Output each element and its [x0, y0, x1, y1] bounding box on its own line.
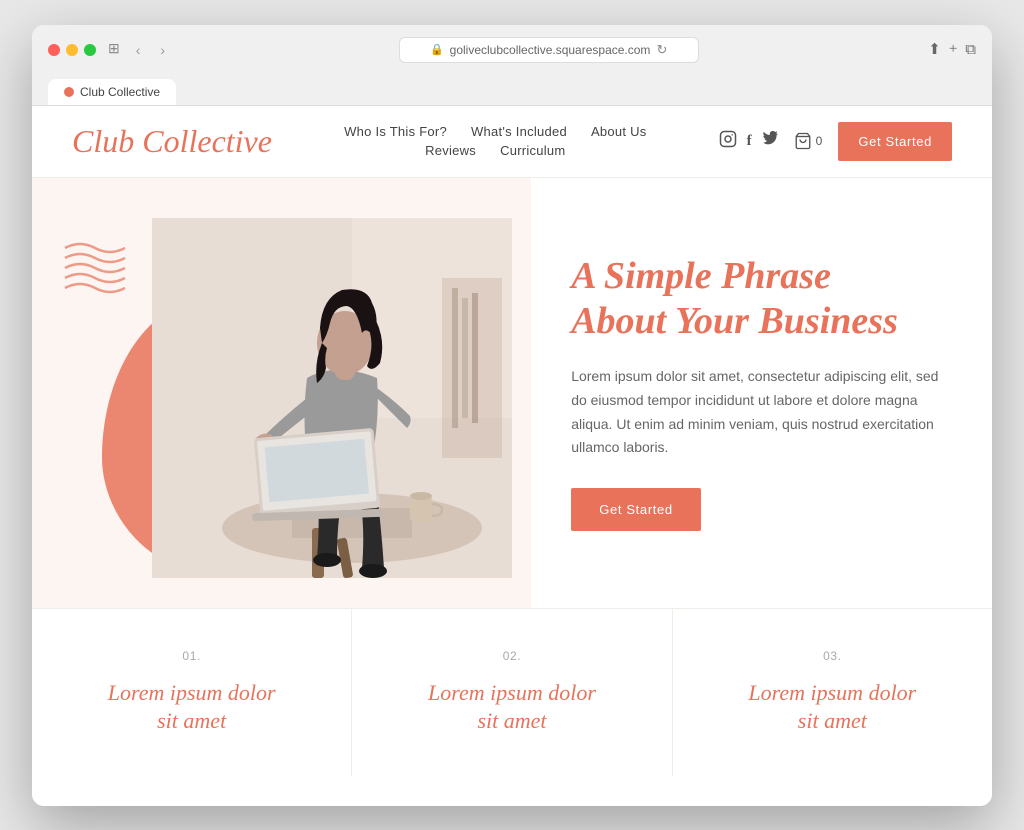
- lock-icon: 🔒: [430, 43, 444, 56]
- windows-icon[interactable]: ⧉: [965, 41, 976, 59]
- sidebar-toggle-icon[interactable]: ⊞: [108, 41, 120, 58]
- hero-image: [152, 218, 512, 578]
- feature-number-3: 03.: [713, 649, 952, 663]
- reload-icon[interactable]: ↻: [656, 42, 667, 58]
- forward-button[interactable]: ›: [156, 40, 169, 60]
- site-logo: Club Collective: [72, 122, 272, 160]
- features-section: 01. Lorem ipsum dolor sit amet 02. Lorem…: [32, 608, 992, 776]
- hero-right: A Simple Phrase About Your Business Lore…: [531, 178, 992, 608]
- feature-item-2: 02. Lorem ipsum dolor sit amet: [352, 609, 672, 776]
- feature-item-1: 01. Lorem ipsum dolor sit amet: [32, 609, 352, 776]
- tab-title: Club Collective: [80, 85, 160, 99]
- site-header: Club Collective Who Is This For? What's …: [32, 106, 992, 178]
- address-bar[interactable]: 🔒 goliveclubcollective.squarespace.com ↻: [399, 37, 699, 63]
- nav-row-2: Reviews Curriculum: [425, 143, 565, 158]
- twitter-icon[interactable]: [762, 131, 778, 152]
- address-bar-area: 🔒 goliveclubcollective.squarespace.com ↻: [181, 37, 916, 63]
- website-content: Club Collective Who Is This For? What's …: [32, 106, 992, 806]
- feature-title-3: Lorem ipsum dolor sit amet: [713, 679, 952, 736]
- cart-icon[interactable]: 0: [794, 132, 823, 150]
- hero-photo: [152, 218, 512, 578]
- browser-actions: ⬆ + ⧉: [928, 40, 976, 59]
- facebook-icon[interactable]: f: [747, 133, 752, 150]
- hero-heading: A Simple Phrase About Your Business: [571, 254, 942, 345]
- header-get-started-button[interactable]: Get Started: [838, 122, 952, 161]
- nav-whats-included[interactable]: What's Included: [471, 124, 567, 139]
- tab-favicon: [64, 87, 74, 97]
- maximize-traffic-light[interactable]: [84, 44, 96, 56]
- nav-row-1: Who Is This For? What's Included About U…: [344, 124, 646, 139]
- nav-about-us[interactable]: About Us: [591, 124, 647, 139]
- social-icons: f: [719, 130, 778, 153]
- nav-who-is-this-for[interactable]: Who Is This For?: [344, 124, 447, 139]
- feature-title-2: Lorem ipsum dolor sit amet: [392, 679, 631, 736]
- site-nav: Who Is This For? What's Included About U…: [344, 124, 646, 158]
- nav-curriculum[interactable]: Curriculum: [500, 143, 565, 158]
- share-icon[interactable]: ⬆: [928, 40, 941, 59]
- feature-item-3: 03. Lorem ipsum dolor sit amet: [673, 609, 992, 776]
- browser-window: ⊞ ‹ › 🔒 goliveclubcollective.squarespace…: [32, 25, 992, 806]
- hero-get-started-button[interactable]: Get Started: [571, 488, 701, 531]
- cart-count: 0: [816, 134, 823, 148]
- active-tab[interactable]: Club Collective: [48, 79, 176, 105]
- hero-left: [32, 178, 531, 608]
- hero-body-text: Lorem ipsum dolor sit amet, consectetur …: [571, 365, 942, 460]
- close-traffic-light[interactable]: [48, 44, 60, 56]
- feature-number-1: 01.: [72, 649, 311, 663]
- tab-bar: Club Collective: [48, 79, 976, 105]
- back-button[interactable]: ‹: [132, 40, 145, 60]
- nav-reviews[interactable]: Reviews: [425, 143, 476, 158]
- traffic-lights: [48, 44, 96, 56]
- browser-chrome: ⊞ ‹ › 🔒 goliveclubcollective.squarespace…: [32, 25, 992, 106]
- feature-title-1: Lorem ipsum dolor sit amet: [72, 679, 311, 736]
- feature-number-2: 02.: [392, 649, 631, 663]
- hero-section: A Simple Phrase About Your Business Lore…: [32, 178, 992, 608]
- url-text: goliveclubcollective.squarespace.com: [450, 43, 651, 57]
- minimize-traffic-light[interactable]: [66, 44, 78, 56]
- new-tab-icon[interactable]: +: [949, 41, 957, 58]
- header-right: f 0 Get Started: [719, 122, 952, 161]
- instagram-icon[interactable]: [719, 130, 737, 153]
